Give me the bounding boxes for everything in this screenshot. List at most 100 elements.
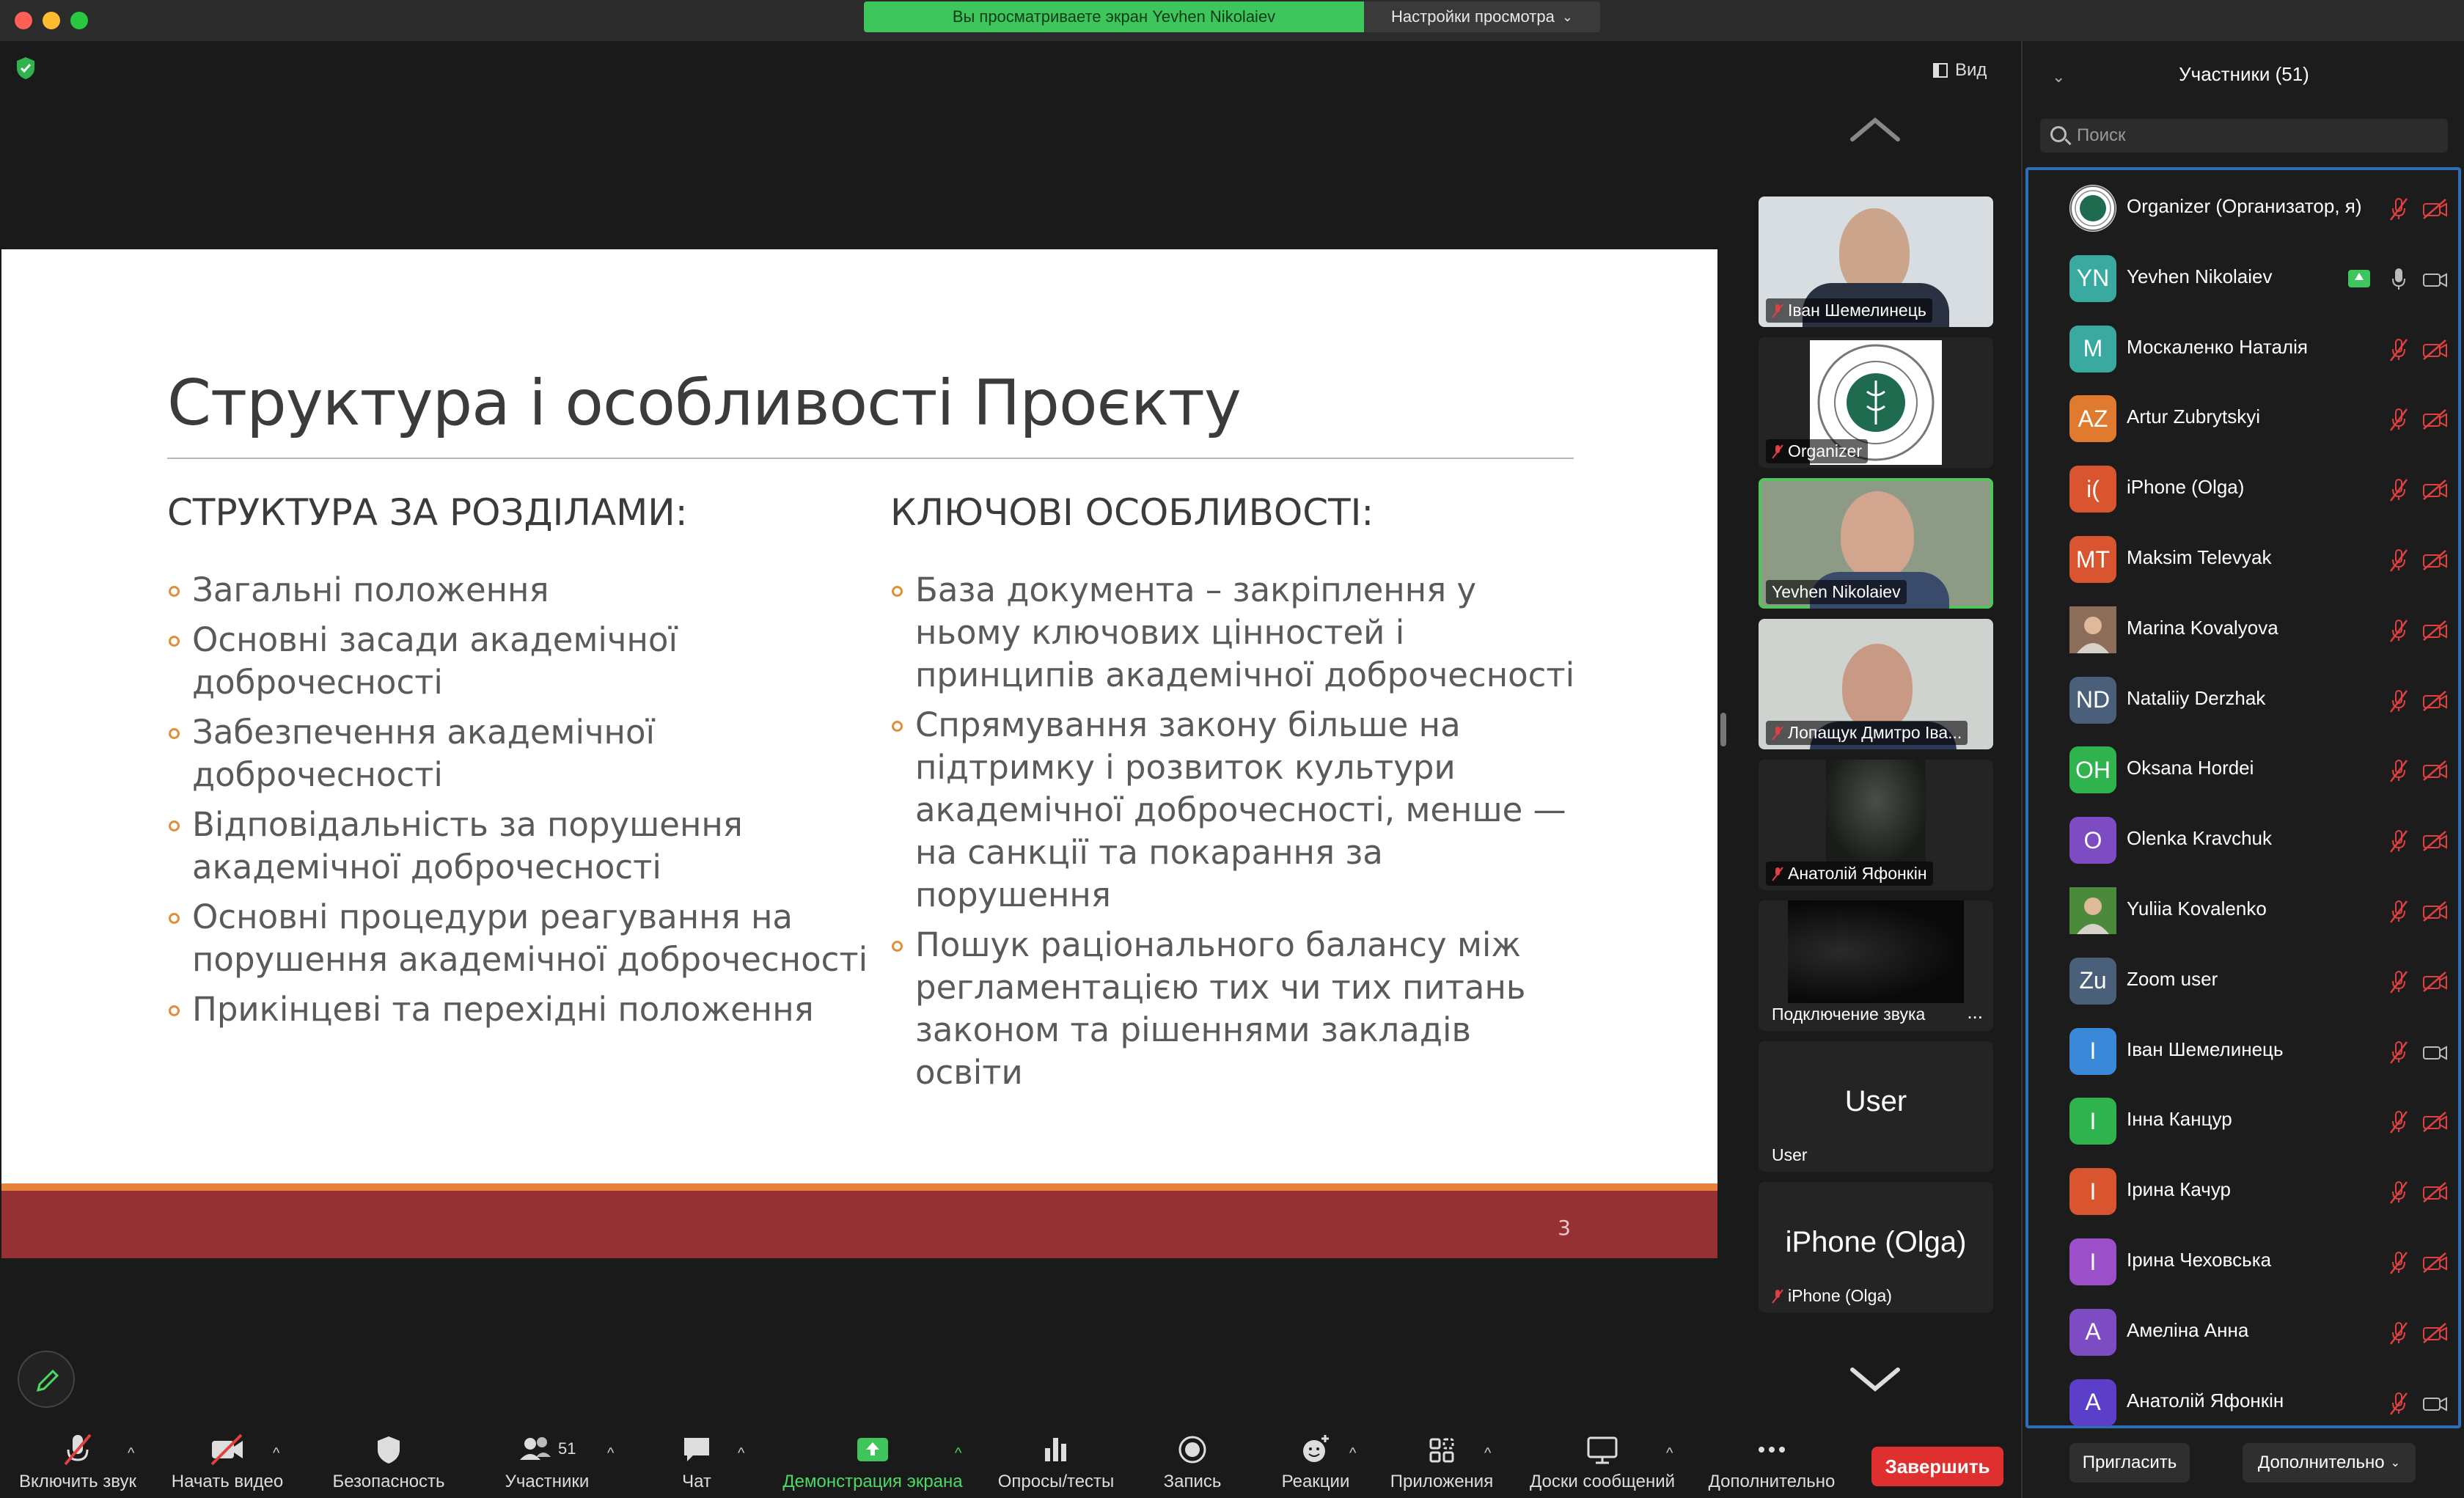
mic-muted-icon[interactable] bbox=[2388, 337, 2410, 362]
mic-muted-icon[interactable] bbox=[2388, 548, 2410, 573]
share-screen-button[interactable]: Демонстрация экрана bbox=[770, 1425, 975, 1498]
participants-options-caret[interactable]: ^ bbox=[607, 1445, 614, 1462]
polls-button[interactable]: Опросы/тесты bbox=[990, 1425, 1122, 1498]
video-off-icon[interactable] bbox=[2421, 198, 2449, 220]
more-button[interactable]: Дополнительно bbox=[1698, 1425, 1845, 1498]
participant-row[interactable]: I Ірина Качур bbox=[2028, 1156, 2458, 1227]
invite-button[interactable]: Пригласить bbox=[2069, 1443, 2190, 1483]
video-tile[interactable]: User User bbox=[1759, 1041, 1993, 1172]
participant-row[interactable]: Zu Zoom user bbox=[2028, 946, 2458, 1016]
video-icon[interactable] bbox=[2421, 1392, 2449, 1414]
annotate-button[interactable] bbox=[18, 1351, 75, 1408]
video-off-icon[interactable] bbox=[2421, 1322, 2449, 1344]
video-off-icon[interactable] bbox=[2421, 1111, 2449, 1133]
whiteboards-options-caret[interactable]: ^ bbox=[1666, 1445, 1673, 1462]
mic-muted-icon[interactable] bbox=[2388, 899, 2410, 924]
video-off-icon[interactable] bbox=[2421, 760, 2449, 782]
participant-row[interactable]: MT Maksim Televyak bbox=[2028, 524, 2458, 595]
scroll-down-arrow-icon[interactable] bbox=[1849, 1365, 1901, 1395]
video-tile[interactable]: Іван Шемелинець bbox=[1759, 197, 1993, 327]
participant-row[interactable]: OH Oksana Hordei bbox=[2028, 735, 2458, 805]
minimize-window-button[interactable] bbox=[43, 12, 60, 29]
chat-options-caret[interactable]: ^ bbox=[738, 1445, 744, 1462]
participant-row[interactable]: AZ Artur Zubrytskyi bbox=[2028, 383, 2458, 454]
participant-row[interactable]: Marina Kovalyova bbox=[2028, 595, 2458, 665]
video-tile[interactable]: Подключение звука ... bbox=[1759, 900, 1993, 1031]
participant-row[interactable]: I Інна Канцур bbox=[2028, 1086, 2458, 1156]
video-off-icon[interactable] bbox=[2421, 339, 2449, 361]
video-tile[interactable]: iPhone (Olga) iPhone (Olga) bbox=[1759, 1182, 1993, 1312]
participants-icon: 51 bbox=[514, 1431, 580, 1469]
video-tile[interactable]: Лопащук Дмитро Іва... bbox=[1759, 619, 1993, 749]
video-tile-label: Іван Шемелинець bbox=[1788, 301, 1926, 320]
participant-row[interactable]: M Москаленко Наталія bbox=[2028, 314, 2458, 384]
encryption-shield-icon[interactable] bbox=[15, 56, 37, 81]
mic-muted-icon[interactable] bbox=[2388, 1321, 2410, 1345]
participant-row[interactable]: YN Yevhen Nikolaiev bbox=[2028, 243, 2458, 314]
mic-muted-icon[interactable] bbox=[2388, 689, 2410, 713]
video-icon[interactable] bbox=[2421, 268, 2449, 290]
video-off-icon[interactable] bbox=[2421, 549, 2449, 571]
participant-row[interactable]: i(iPhone (Olga) bbox=[2028, 454, 2458, 524]
splitter-handle[interactable] bbox=[1720, 713, 1726, 746]
scroll-up-arrow-icon[interactable] bbox=[1849, 114, 1901, 144]
video-tile-active-speaker[interactable]: Yevhen Nikolaiev bbox=[1759, 478, 1993, 609]
mic-muted-icon[interactable] bbox=[2388, 1250, 2410, 1275]
mic-muted-icon[interactable] bbox=[2388, 758, 2410, 783]
participants-panel-title: Участники (51) bbox=[2179, 63, 2309, 85]
mic-muted-icon[interactable] bbox=[2388, 969, 2410, 994]
close-window-button[interactable] bbox=[15, 12, 32, 29]
more-options-icon[interactable]: ... bbox=[1967, 1001, 1983, 1024]
video-off-icon[interactable] bbox=[2421, 690, 2449, 712]
more-options-button[interactable]: Дополнительно ⌄ bbox=[2243, 1443, 2416, 1483]
participant-row[interactable]: Yuliia Kovalenko bbox=[2028, 875, 2458, 946]
share-options-caret[interactable]: ^ bbox=[955, 1445, 961, 1462]
chat-button[interactable]: Чат bbox=[645, 1425, 748, 1498]
video-off-icon[interactable] bbox=[2421, 900, 2449, 922]
participant-row[interactable]: A Анатолій Яфонкін bbox=[2028, 1367, 2458, 1438]
security-label: Безопасность bbox=[332, 1472, 445, 1491]
video-off-icon[interactable] bbox=[2421, 1252, 2449, 1274]
video-options-caret[interactable]: ^ bbox=[273, 1445, 279, 1462]
video-tile[interactable]: Organizer bbox=[1759, 337, 1993, 468]
mic-muted-icon[interactable] bbox=[2388, 829, 2410, 853]
participant-row[interactable]: I Іван Шемелинець bbox=[2028, 1016, 2458, 1087]
record-button[interactable]: Запись bbox=[1141, 1425, 1244, 1498]
reactions-options-caret[interactable]: ^ bbox=[1349, 1445, 1356, 1462]
video-icon[interactable] bbox=[2421, 1041, 2449, 1063]
video-off-icon[interactable] bbox=[2421, 620, 2449, 642]
participants-search-input[interactable]: Поиск bbox=[2040, 119, 2448, 153]
participant-row[interactable]: I Ірина Чеховська bbox=[2028, 1227, 2458, 1297]
video-off-icon[interactable] bbox=[2421, 1181, 2449, 1203]
mic-muted-icon[interactable] bbox=[2388, 618, 2410, 643]
participant-row[interactable]: O Olenka Kravchuk bbox=[2028, 805, 2458, 875]
mic-muted-icon[interactable] bbox=[2388, 197, 2410, 221]
unmute-label: Включить звук bbox=[18, 1472, 137, 1491]
audio-options-caret[interactable]: ^ bbox=[128, 1445, 134, 1462]
avatar: YN bbox=[2069, 254, 2116, 302]
mic-muted-icon[interactable] bbox=[2388, 407, 2410, 432]
participant-row[interactable]: A Амеліна Анна bbox=[2028, 1297, 2458, 1367]
end-meeting-button[interactable]: Завершить bbox=[1871, 1447, 2003, 1486]
whiteboards-button[interactable]: Доски сообщений bbox=[1518, 1425, 1687, 1498]
mic-icon[interactable] bbox=[2388, 267, 2410, 292]
maximize-window-button[interactable] bbox=[70, 12, 88, 29]
apps-options-caret[interactable]: ^ bbox=[1484, 1445, 1491, 1462]
mic-muted-icon[interactable] bbox=[2388, 1391, 2410, 1416]
view-settings-dropdown[interactable]: Настройки просмотра ⌄ bbox=[1364, 1, 1600, 32]
view-button[interactable]: Вид bbox=[1923, 56, 1997, 85]
participant-row[interactable]: Organizer (Организатор, я) bbox=[2028, 173, 2458, 243]
video-off-icon[interactable] bbox=[2421, 830, 2449, 852]
participants-button[interactable]: 51 Участники bbox=[481, 1425, 613, 1498]
mic-muted-icon[interactable] bbox=[2388, 1040, 2410, 1065]
video-off-icon[interactable] bbox=[2421, 408, 2449, 430]
mic-muted-icon[interactable] bbox=[2388, 1109, 2410, 1134]
video-off-icon[interactable] bbox=[2421, 479, 2449, 501]
mic-muted-icon[interactable] bbox=[2388, 477, 2410, 502]
participant-row[interactable]: ND Nataliiy Derzhak bbox=[2028, 665, 2458, 735]
mic-muted-icon[interactable] bbox=[2388, 1180, 2410, 1205]
video-off-icon[interactable] bbox=[2421, 971, 2449, 993]
video-tile[interactable]: Анатолій Яфонкін bbox=[1759, 760, 1993, 890]
security-button[interactable]: Безопасность bbox=[323, 1425, 455, 1498]
unmute-button[interactable]: Включить звук bbox=[12, 1425, 144, 1498]
